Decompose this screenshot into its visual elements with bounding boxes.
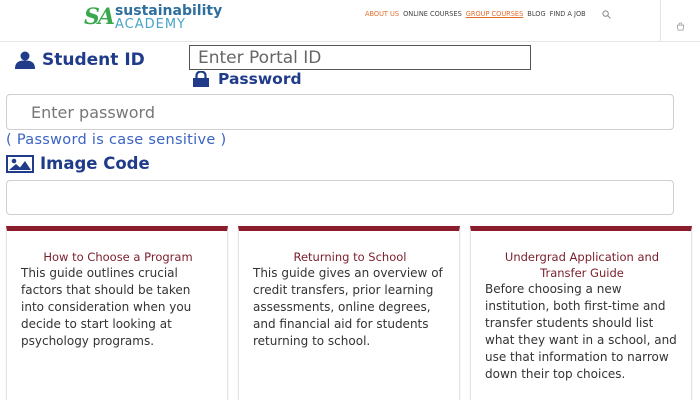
password-input[interactable] — [6, 94, 674, 130]
card-body: This guide gives an overview of credit t… — [253, 266, 443, 348]
student-id-text: Student ID — [42, 50, 145, 70]
password-text: Password — [218, 70, 302, 88]
logo-line2: ACADEMY — [114, 16, 186, 32]
search-icon[interactable] — [602, 10, 611, 19]
image-code-label: Image Code — [6, 154, 150, 173]
portal-id-input[interactable] — [189, 45, 531, 70]
nav-group-courses[interactable]: GROUP COURSES — [466, 10, 524, 18]
nav-about-us[interactable]: ABOUT US — [365, 10, 399, 18]
logo-line1: sustainability — [114, 2, 223, 19]
nav-find-a-job[interactable]: FIND A JOB — [550, 10, 586, 18]
logo-text: sustainability ACADEMY — [115, 4, 222, 31]
card-title[interactable]: How to Choose a Program — [21, 249, 215, 265]
card-returning-to-school[interactable]: Returning to School This guide gives an … — [238, 226, 460, 400]
image-code-text: Image Code — [40, 154, 150, 173]
password-label: Password — [190, 70, 302, 88]
user-icon — [15, 51, 35, 69]
image-icon — [6, 154, 34, 173]
site-logo[interactable]: SA sustainability ACADEMY — [84, 2, 222, 32]
student-id-label: Student ID — [14, 50, 145, 70]
card-title[interactable]: Returning to School — [253, 249, 447, 265]
nav-blog[interactable]: BLOG — [527, 10, 545, 18]
card-body: Before choosing a new institution, both … — [485, 282, 677, 381]
site-header: SA sustainability ACADEMY ABOUT US ONLIN… — [0, 0, 700, 42]
card-undergrad-application[interactable]: Undergrad Application and Transfer Guide… — [470, 226, 692, 400]
cart-icon[interactable] — [676, 22, 685, 31]
card-body: This guide outlines crucial factors that… — [21, 266, 192, 348]
logo-mark: SA — [84, 4, 115, 30]
card-title[interactable]: Undergrad Application and Transfer Guide — [485, 249, 679, 281]
case-sensitive-note: ( Password is case sensitive ) — [6, 132, 227, 148]
card-choose-program[interactable]: How to Choose a Program This guide outli… — [6, 226, 228, 400]
header-divider — [660, 0, 661, 42]
nav-online-courses[interactable]: ONLINE COURSES — [403, 10, 462, 18]
image-code-input[interactable] — [6, 180, 674, 215]
main-nav: ABOUT US ONLINE COURSES GROUP COURSES BL… — [365, 10, 586, 18]
lock-icon — [193, 71, 209, 87]
